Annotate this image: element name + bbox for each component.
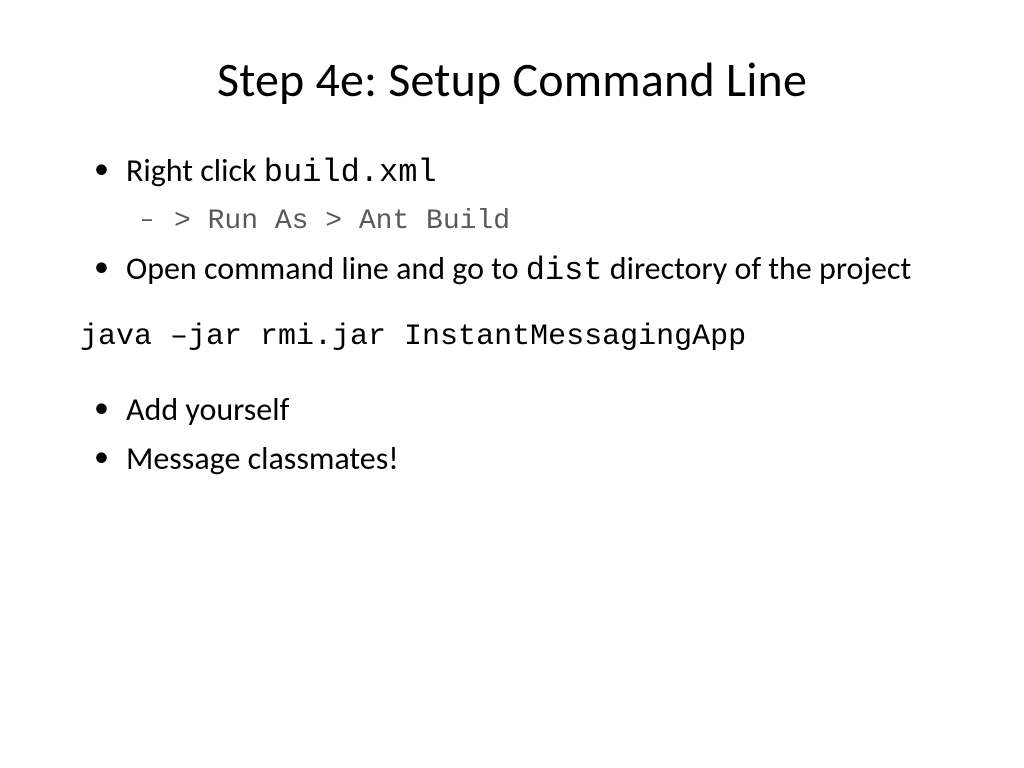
bullet-3-text: Add yourself [126,390,289,429]
bullet-item-4: Message classmates! [80,437,944,480]
bullet-item-1: Right click build.xml > Run As > Ant Bui… [80,149,944,241]
sub-bullet-list: > Run As > Ant Build [126,200,944,241]
bullet-1-text: Right click [126,151,264,190]
sub-bullet-item: > Run As > Ant Build [126,200,944,241]
bullet-4-text: Message classmates! [126,439,399,478]
bullet-2-prefix: Open command line and go to [126,249,526,288]
bullet-list-1: Right click build.xml > Run As > Ant Bui… [80,149,944,292]
slide-title: Step 4e: Setup Command Line [80,50,944,109]
bullet-2-suffix: directory of the project [603,249,912,288]
bullet-1-code: build.xml [264,154,437,191]
bullet-list-2: Add yourself Message classmates! [80,388,944,480]
bullet-item-2: Open command line and go to dist directo… [80,247,944,292]
slide: Step 4e: Setup Command Line Right click … [0,0,1024,768]
bullet-item-3: Add yourself [80,388,944,431]
bullet-2-code: dist [526,252,603,289]
command-line: java –jar rmi.jar InstantMessagingApp [80,320,944,354]
sub-bullet-code: > Run As > Ant Build [174,206,510,237]
